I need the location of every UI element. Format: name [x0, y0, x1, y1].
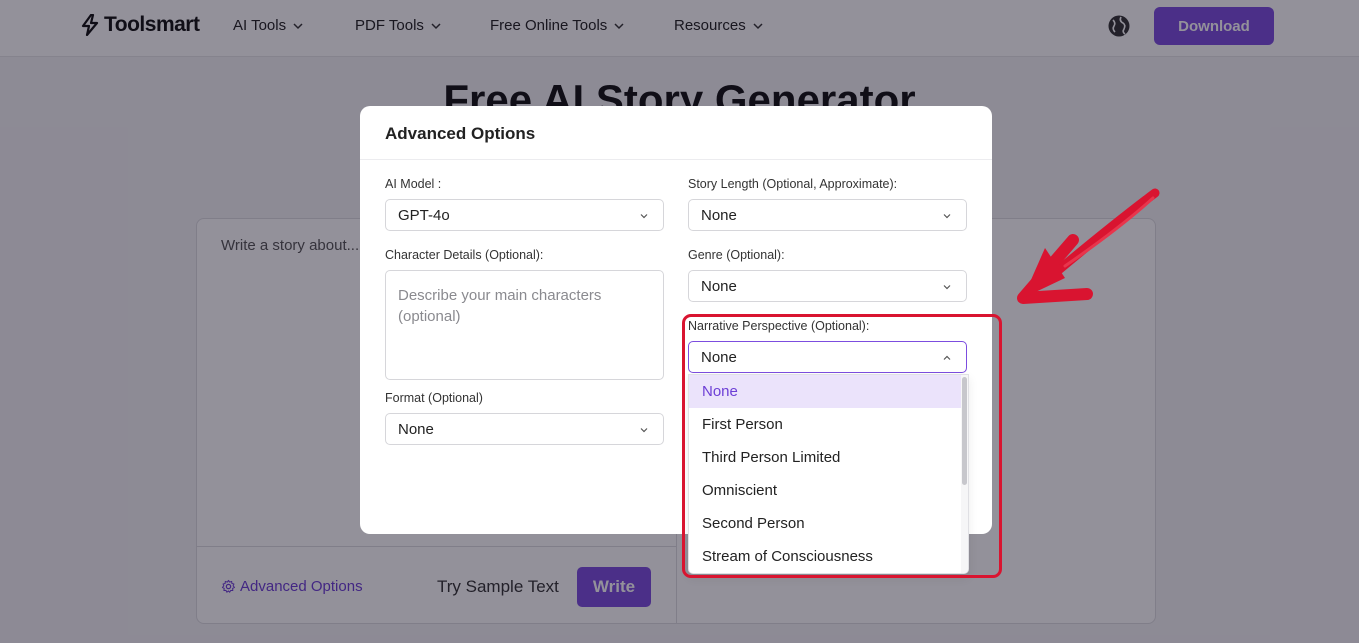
modal-title: Advanced Options	[385, 124, 536, 143]
character-details-label: Character Details (Optional):	[385, 248, 544, 262]
ai-model-select[interactable]: GPT-4o	[385, 199, 664, 231]
story-length-label: Story Length (Optional, Approximate):	[688, 177, 898, 191]
chevron-down-icon	[640, 428, 648, 433]
format-select[interactable]: None	[385, 413, 664, 445]
chevron-down-icon	[943, 214, 951, 219]
story-length-select[interactable]: None	[688, 199, 967, 231]
ai-model-label: AI Model :	[385, 177, 442, 191]
story-length-value: None	[701, 206, 737, 224]
ai-model-value: GPT-4o	[398, 206, 450, 224]
annotation-highlight-box	[682, 314, 1002, 578]
genre-value: None	[701, 277, 737, 295]
modal-divider	[360, 159, 992, 160]
format-label: Format (Optional)	[385, 391, 483, 405]
annotation-arrow-icon	[1017, 188, 1160, 304]
genre-label: Genre (Optional):	[688, 248, 785, 262]
character-details-input[interactable]: Describe your main characters (optional)	[385, 270, 664, 380]
format-value: None	[398, 420, 434, 438]
chevron-down-icon	[943, 285, 951, 290]
genre-select[interactable]: None	[688, 270, 967, 302]
chevron-down-icon	[640, 214, 648, 219]
